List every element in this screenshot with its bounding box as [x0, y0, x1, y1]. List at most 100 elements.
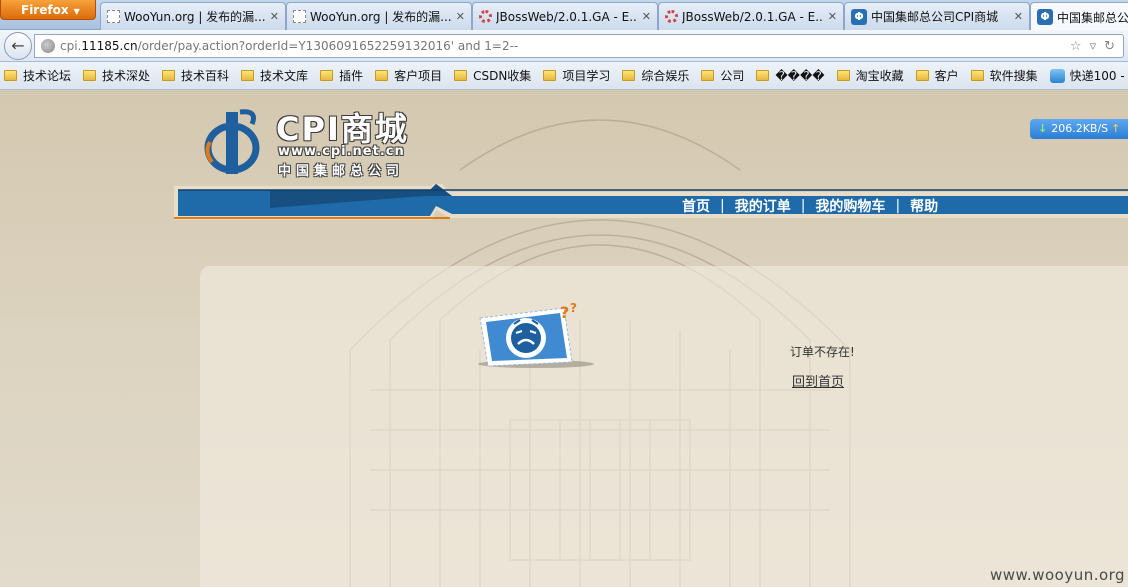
bookmark-item[interactable]: 插件 — [320, 67, 363, 84]
bookmark-item[interactable]: 技术深处 — [83, 67, 150, 84]
bookmark-item[interactable]: 淘宝收藏 — [836, 67, 904, 84]
bookmark-label: 软件搜集 — [989, 69, 1038, 83]
folder-icon — [4, 70, 17, 81]
bookmark-label: 插件 — [339, 69, 364, 83]
url-domain: 11185.cn — [81, 39, 138, 53]
back-button[interactable]: ← — [4, 32, 32, 60]
reload-icon[interactable]: ↻ — [1104, 39, 1115, 54]
back-to-home-link[interactable]: 回到首页 — [792, 371, 844, 390]
folder-icon — [836, 70, 850, 81]
upload-arrow-icon: ↑ — [1111, 122, 1121, 135]
nav-separator: | — [720, 198, 725, 214]
close-icon[interactable]: ✕ — [270, 10, 279, 23]
chevron-down-icon[interactable]: ▿ — [1090, 39, 1097, 54]
browser-tab[interactable]: JBossWeb/2.0.1.GA - E... ✕ — [472, 2, 658, 30]
page-icon — [107, 10, 120, 23]
bookmark-label: 技术深处 — [102, 69, 151, 83]
chevron-down-icon: ▼ — [73, 7, 80, 16]
close-icon[interactable]: ✕ — [1014, 10, 1023, 23]
sad-stamp-icon: ? ? — [478, 301, 594, 368]
browser-tab-active[interactable]: Φ 中国集邮总公司 — [1030, 2, 1128, 31]
back-arrow-icon: ← — [11, 36, 25, 55]
bookmark-label: 客户项目 — [394, 69, 443, 83]
folder-icon — [701, 70, 715, 81]
svg-text:?: ? — [570, 301, 577, 315]
nav-my-cart-link[interactable]: 我的购物车 — [815, 196, 885, 216]
tab-title: 中国集邮总公司CPI商城 — [871, 10, 999, 24]
close-icon[interactable]: ✕ — [456, 10, 465, 23]
bookmark-item[interactable]: ���� — [756, 68, 825, 83]
browser-tab[interactable]: WooYun.org | 发布的漏... ✕ — [100, 2, 286, 30]
bookmark-label: 公司 — [720, 69, 745, 83]
nav-home-link[interactable]: 首页 — [682, 196, 710, 216]
speed-value: 206.2KB/S — [1051, 122, 1109, 135]
bookmark-item[interactable]: 快递100 - 提供一站式 — [1049, 67, 1128, 84]
bookmark-item[interactable]: 客户项目 — [375, 67, 442, 84]
logo-url: www.cpi.net.cn — [278, 144, 405, 159]
browser-tab[interactable]: Φ 中国集邮总公司CPI商城 ✕ — [844, 2, 1030, 30]
tab-title: JBossWeb/2.0.1.GA - E... — [496, 9, 638, 24]
bookmarks-bar: 技术论坛 技术深处 技术百科 技术文库 插件 客户项目 CSDN收集 项目学习 综合娱乐 公司 ��… — [0, 62, 1128, 90]
folder-icon — [970, 70, 984, 81]
tab-title: WooYun.org | 发布的漏... — [124, 10, 266, 24]
svg-text:?: ? — [560, 303, 569, 322]
bookmark-label: ���� — [775, 68, 825, 83]
download-arrow-icon: ↓ — [1038, 122, 1048, 135]
url-prefix: cpi. — [60, 39, 82, 53]
bookmark-item[interactable]: 客户 — [915, 67, 959, 84]
url-bar[interactable]: cpi.11185.cn/order/pay.action?orderId=Y1… — [34, 34, 1124, 58]
nav-separator: | — [800, 198, 806, 214]
browser-tab[interactable]: WooYun.org | 发布的漏... ✕ — [286, 2, 472, 30]
bookmark-item[interactable]: 综合娱乐 — [622, 67, 689, 84]
watermark-text: www.wooyun.org — [990, 566, 1126, 584]
page-content: CPI商城 www.cpi.net.cn 中国集邮总公司 ↓ 206.2KB/S ↑… — [0, 90, 1128, 587]
bookmark-label: 技术论坛 — [23, 69, 72, 83]
content-panel — [200, 266, 1128, 587]
cpi-favicon-icon: Φ — [1037, 9, 1053, 25]
folder-icon — [241, 70, 255, 81]
firefox-menu-button[interactable]: Firefox ▼ — [0, 0, 96, 20]
firefox-menu-label: Firefox — [21, 3, 69, 17]
navigation-toolbar: ← cpi.11185.cn/order/pay.action?orderId=… — [0, 30, 1128, 62]
nav-help-link[interactable]: 帮助 — [910, 196, 938, 216]
folder-icon — [162, 70, 176, 81]
cpi-logo[interactable]: CPI商城 www.cpi.net.cn 中国集邮总公司 — [198, 100, 438, 179]
bookmark-item[interactable]: 公司 — [701, 67, 744, 84]
main-menu-bar — [174, 184, 1128, 220]
browser-tab[interactable]: JBossWeb/2.0.1.GA - E... ✕ — [658, 2, 844, 30]
page-icon — [293, 10, 306, 23]
bookmark-label: CSDN收集 — [473, 69, 532, 83]
close-icon[interactable]: ✕ — [828, 10, 837, 23]
nav-my-orders-link[interactable]: 我的订单 — [735, 196, 791, 216]
bookmark-label: 综合娱乐 — [641, 69, 690, 83]
globe-icon — [41, 39, 55, 53]
bookmark-item[interactable]: 软件搜集 — [970, 67, 1038, 84]
kuaidi-icon — [1049, 68, 1065, 83]
folder-icon — [543, 70, 557, 81]
bookmark-label: 技术文库 — [260, 69, 309, 83]
bookmark-label: 项目学习 — [562, 69, 611, 83]
tab-title: WooYun.org | 发布的漏... — [310, 10, 452, 24]
star-icon[interactable]: ☆ — [1070, 39, 1082, 54]
cpi-phi-logo-icon — [204, 109, 260, 174]
close-icon[interactable]: ✕ — [642, 10, 651, 23]
folder-icon — [915, 70, 929, 81]
bookmark-item[interactable]: 技术文库 — [241, 67, 308, 84]
bookmark-label: 客户 — [934, 69, 959, 83]
main-nav: 首页 | 我的订单 | 我的购物车 | 帮助 — [682, 196, 938, 216]
error-message: 订单不存在! — [790, 345, 855, 359]
nav-separator: | — [895, 198, 901, 214]
download-speed-widget[interactable]: ↓ 206.2KB/S ↑ — [1030, 119, 1128, 139]
loading-icon — [479, 10, 492, 23]
folder-icon — [454, 70, 468, 81]
folder-icon — [83, 70, 97, 81]
url-text[interactable]: cpi.11185.cn/order/pay.action?orderId=Y1… — [60, 39, 1070, 53]
folder-icon — [375, 70, 389, 81]
bookmark-item[interactable]: 技术百科 — [162, 67, 229, 84]
bookmark-item[interactable]: 技术论坛 — [4, 67, 71, 84]
bookmark-item[interactable]: 项目学习 — [543, 67, 610, 84]
bookmark-item[interactable]: CSDN收集 — [454, 67, 531, 84]
folder-icon — [756, 70, 770, 81]
tab-title: 中国集邮总公司 — [1057, 10, 1128, 25]
loading-icon — [665, 10, 678, 23]
